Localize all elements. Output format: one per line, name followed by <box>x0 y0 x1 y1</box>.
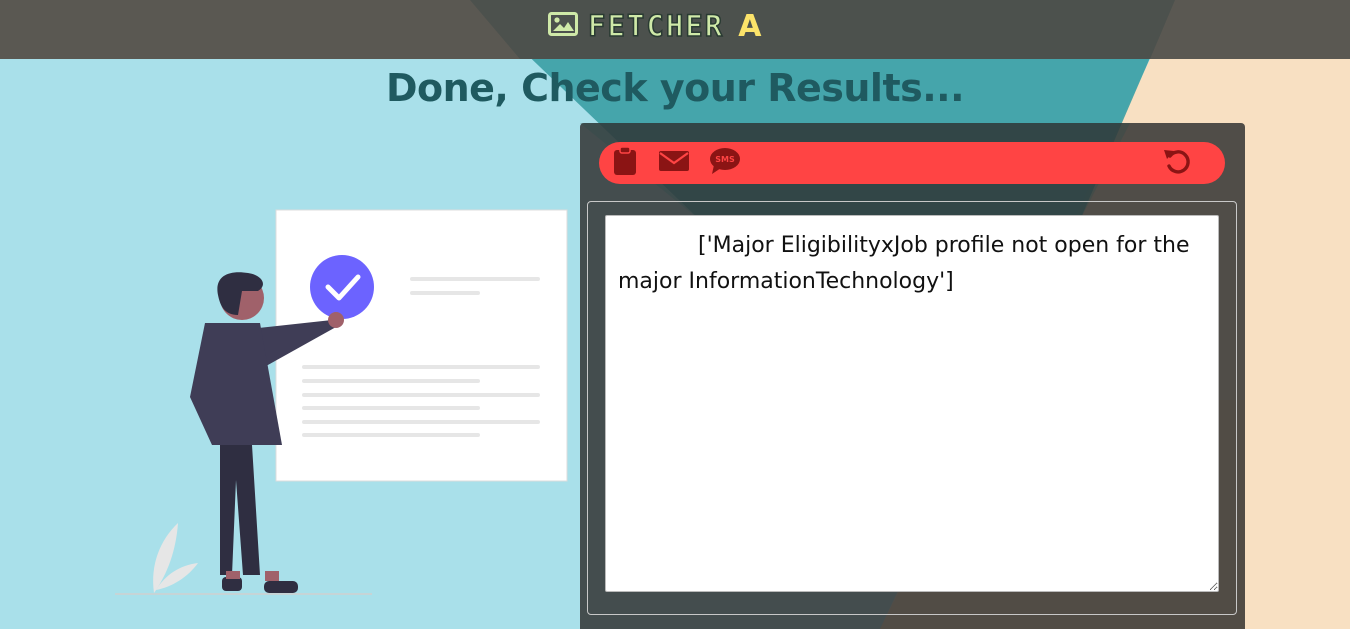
envelope-icon <box>658 149 690 177</box>
result-textarea[interactable]: ['Major EligibilityxJob profile not open… <box>605 215 1219 592</box>
svg-text:SMS: SMS <box>715 155 735 164</box>
reset-button[interactable] <box>1161 147 1193 179</box>
clipboard-icon <box>612 146 638 180</box>
undo-icon <box>1162 146 1192 180</box>
copy-button[interactable] <box>609 146 641 180</box>
email-button[interactable] <box>656 147 692 179</box>
sms-icon: SMS <box>709 147 741 179</box>
sms-button[interactable]: SMS <box>707 147 743 179</box>
action-toolbar: SMS <box>599 142 1225 184</box>
